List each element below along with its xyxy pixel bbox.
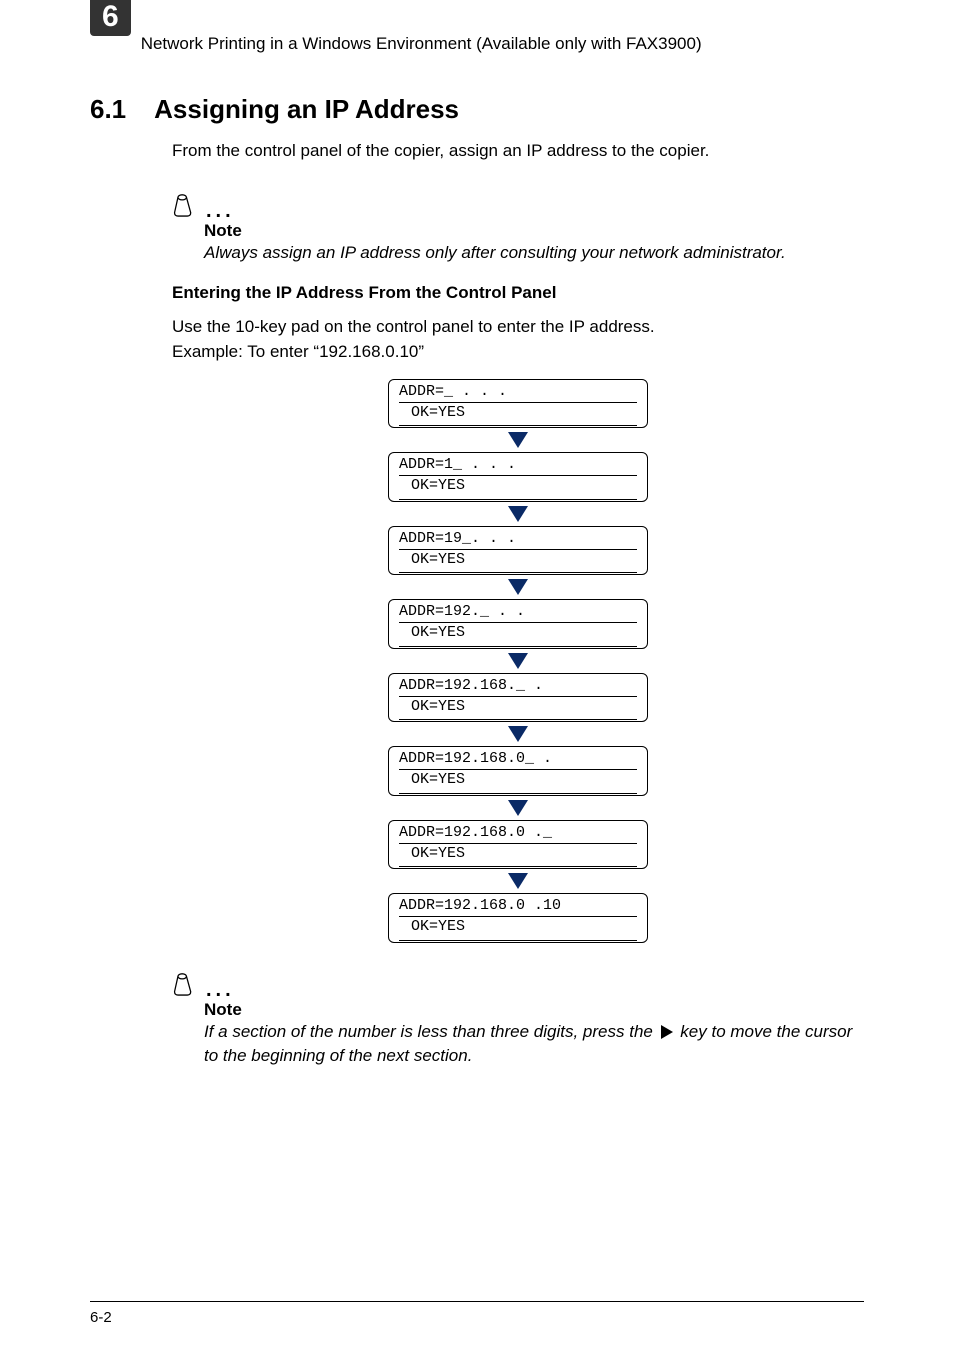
down-arrow-icon	[508, 800, 528, 816]
lcd-line2: OK=YES	[399, 918, 637, 940]
lcd-line2: OK=YES	[399, 477, 637, 499]
lcd-panel: ADDR=_ . . .OK=YES	[388, 379, 648, 429]
subsection-line-2: Example: To enter “192.168.0.10”	[172, 340, 864, 365]
section-intro: From the control panel of the copier, as…	[172, 139, 864, 164]
down-arrow-icon	[508, 506, 528, 522]
note-dots: ...	[206, 200, 235, 222]
note-body-1: Always assign an IP address only after c…	[204, 241, 864, 266]
page-header: 6 Network Printing in a Windows Environm…	[90, 30, 864, 54]
note-dots: ...	[206, 979, 235, 1001]
note-label-1: Note	[204, 221, 864, 241]
down-arrow-icon	[508, 873, 528, 889]
note-icon	[172, 971, 206, 1002]
lcd-line2: OK=YES	[399, 551, 637, 573]
page-number: 6-2	[90, 1309, 112, 1326]
lcd-line1: ADDR=192.168.0_ .	[399, 750, 637, 770]
subsection-heading: Entering the IP Address From the Control…	[172, 283, 864, 303]
down-arrow-icon	[508, 579, 528, 595]
lcd-line1: ADDR=192.168.0 .10	[399, 897, 637, 917]
note-block-2: ... Note If a section of the number is l…	[172, 971, 864, 1069]
chapter-title: Network Printing in a Windows Environmen…	[141, 30, 702, 54]
lcd-panel: ADDR=192.168._ .OK=YES	[388, 673, 648, 723]
lcd-line1: ADDR=1_ . . .	[399, 456, 637, 476]
lcd-line1: ADDR=192.168._ .	[399, 677, 637, 697]
down-arrow-icon	[508, 726, 528, 742]
lcd-line2: OK=YES	[399, 624, 637, 646]
chapter-badge: 6	[90, 0, 131, 36]
lcd-line2: OK=YES	[399, 698, 637, 720]
section-title: Assigning an IP Address	[154, 94, 459, 125]
lcd-panel: ADDR=192.168.0 .10OK=YES	[388, 893, 648, 943]
lcd-line2: OK=YES	[399, 845, 637, 867]
lcd-panel: ADDR=192._ . .OK=YES	[388, 599, 648, 649]
lcd-panel: ADDR=192.168.0 ._OK=YES	[388, 820, 648, 870]
note-block-1: ... Note Always assign an IP address onl…	[172, 192, 864, 266]
lcd-line1: ADDR=19_. . .	[399, 530, 637, 550]
lcd-panel: ADDR=192.168.0_ .OK=YES	[388, 746, 648, 796]
lcd-line1: ADDR=_ . . .	[399, 383, 637, 403]
note-label-2: Note	[204, 1000, 864, 1020]
lcd-line1: ADDR=192.168.0 ._	[399, 824, 637, 844]
lcd-panel: ADDR=1_ . . .OK=YES	[388, 452, 648, 502]
down-arrow-icon	[508, 653, 528, 669]
lcd-sequence: ADDR=_ . . .OK=YES ADDR=1_ . . .OK=YES A…	[172, 379, 864, 943]
section-header: 6.1 Assigning an IP Address	[90, 94, 864, 125]
right-arrow-key-icon	[661, 1025, 673, 1039]
section-number: 6.1	[90, 94, 126, 125]
note-body-2-pre: If a section of the number is less than …	[204, 1022, 658, 1041]
lcd-line2: OK=YES	[399, 404, 637, 426]
note-icon	[172, 192, 206, 223]
lcd-panel: ADDR=19_. . .OK=YES	[388, 526, 648, 576]
down-arrow-icon	[508, 432, 528, 448]
note-body-2: If a section of the number is less than …	[204, 1020, 864, 1069]
lcd-line1: ADDR=192._ . .	[399, 603, 637, 623]
lcd-line2: OK=YES	[399, 771, 637, 793]
footer-rule	[90, 1301, 864, 1302]
subsection-line-1: Use the 10-key pad on the control panel …	[172, 315, 864, 340]
